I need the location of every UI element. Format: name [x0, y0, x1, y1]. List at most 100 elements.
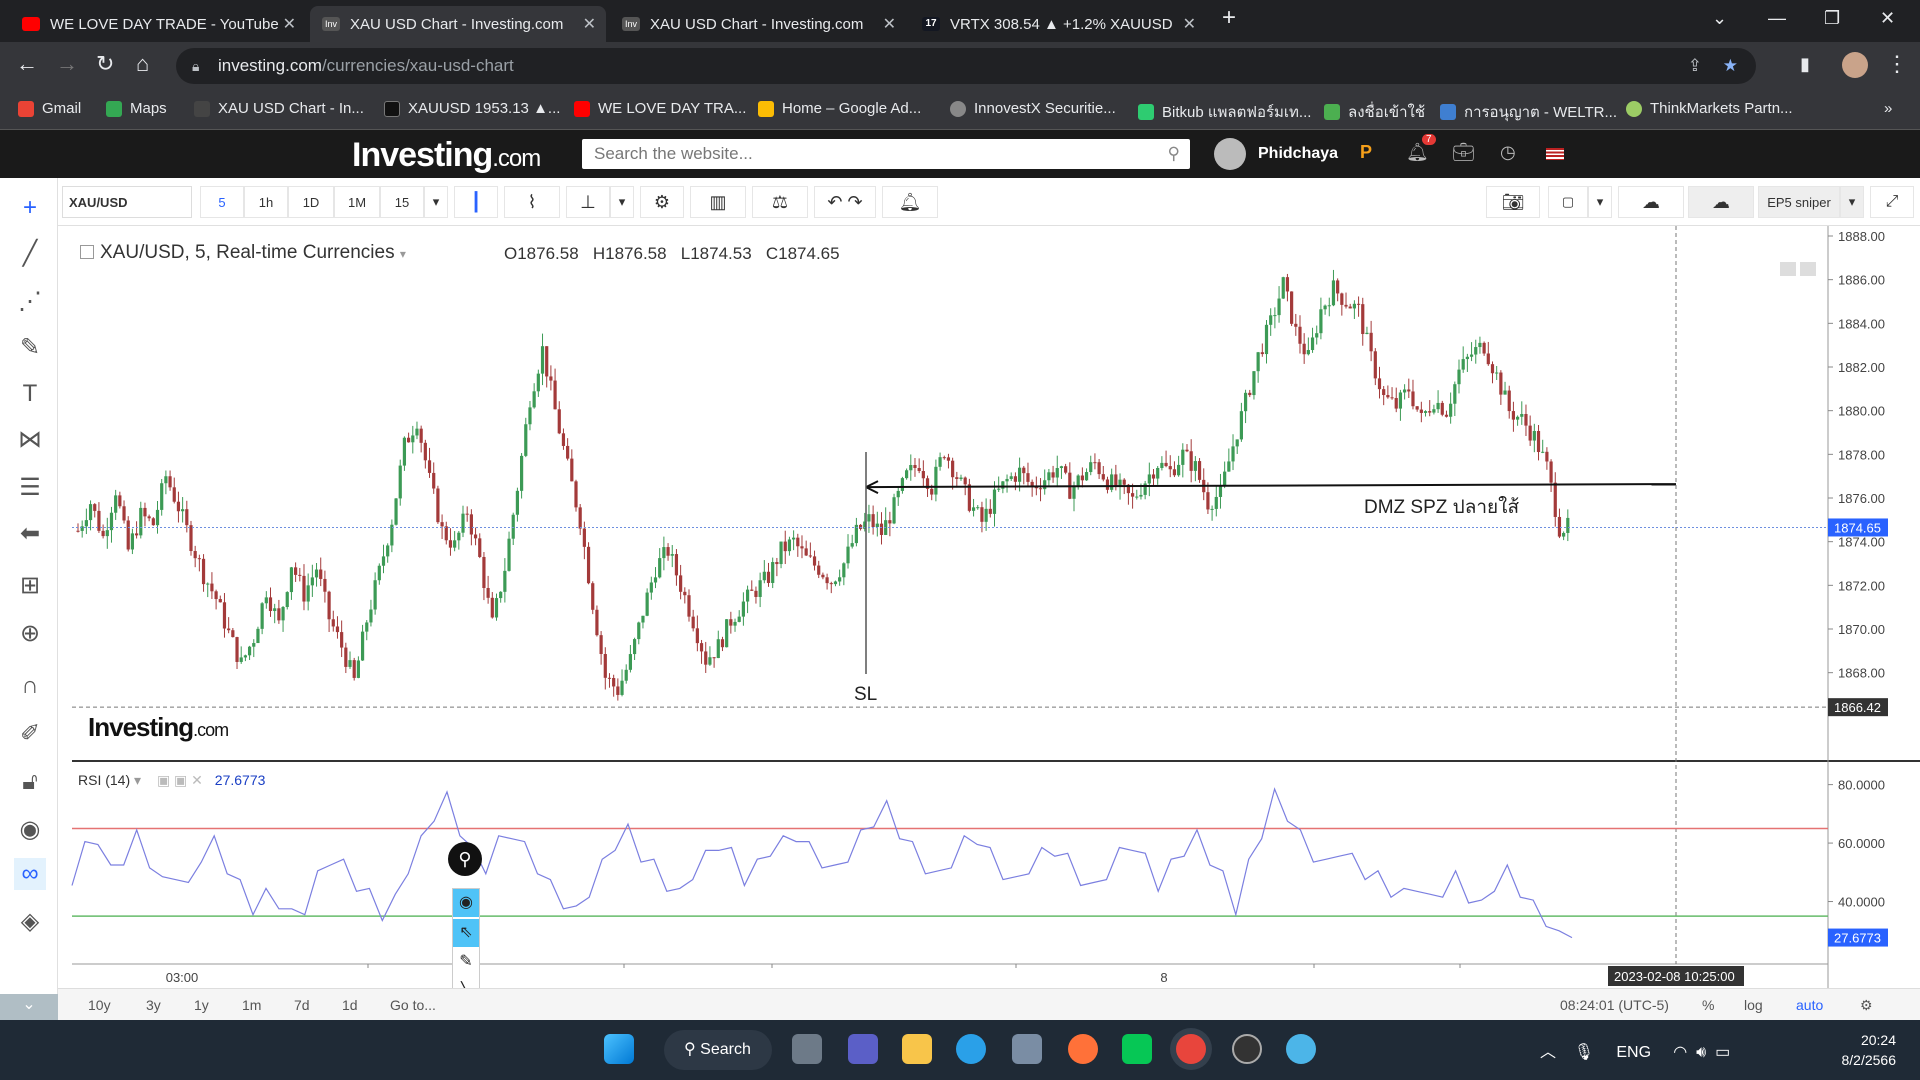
range-10y[interactable]: 10y: [88, 997, 111, 1013]
candle-body: [1356, 303, 1361, 305]
range-7d[interactable]: 7d: [294, 997, 310, 1013]
candle-body: [473, 534, 478, 539]
candle-body: [930, 488, 934, 495]
candle-body: [494, 598, 499, 618]
indicator-controls-icon[interactable]: ▣ ▣ ✕: [157, 772, 203, 788]
candle-body: [1562, 532, 1566, 537]
candle-body: [1486, 353, 1490, 365]
candle-body: [490, 597, 494, 618]
percent-toggle[interactable]: %: [1702, 997, 1714, 1013]
candle-body: [1030, 481, 1034, 486]
log-toggle[interactable]: log: [1744, 997, 1763, 1013]
candle-body: [499, 591, 503, 599]
candle-body: [1105, 479, 1110, 490]
close-value: C1874.65: [765, 244, 840, 263]
candle-body: [963, 477, 967, 485]
candle-body: [1423, 411, 1428, 413]
candle-body: [570, 458, 574, 482]
candle-body: [1164, 462, 1168, 467]
candle-body: [268, 597, 273, 612]
volume-icon[interactable]: 🔊︎: [1696, 1044, 1706, 1061]
candle-body: [959, 477, 963, 479]
candle-body: [653, 577, 658, 583]
candle-body: [486, 588, 490, 598]
battery-icon[interactable]: ▭: [1715, 1044, 1730, 1061]
candle-body: [1310, 337, 1315, 351]
app-icon[interactable]: [1286, 1034, 1316, 1064]
goto-date[interactable]: Go to...: [390, 997, 436, 1013]
candle-body: [331, 619, 335, 627]
collapse-icon[interactable]: [80, 245, 94, 259]
candle-body: [1177, 464, 1181, 476]
taskbar-clock[interactable]: 20:24 8/2/2566: [1842, 1030, 1897, 1070]
range-1m[interactable]: 1m: [242, 997, 261, 1013]
candle-body: [771, 562, 775, 583]
candle-body: [695, 628, 699, 644]
task-view-icon[interactable]: [792, 1034, 822, 1064]
wifi-icon[interactable]: ◠: [1673, 1044, 1687, 1061]
candle-body: [285, 592, 289, 608]
candle-body: [381, 556, 386, 566]
range-1y[interactable]: 1y: [194, 997, 209, 1013]
candle-body: [1089, 462, 1093, 473]
cursor-icon[interactable]: ⇖: [453, 919, 479, 947]
range-1d[interactable]: 1d: [342, 997, 358, 1013]
windows-start-icon[interactable]: [604, 1034, 634, 1064]
obs-icon[interactable]: [1232, 1034, 1262, 1064]
open-value: O1876.58: [504, 244, 579, 263]
candle-body: [708, 657, 712, 665]
language-indicator[interactable]: ENG: [1616, 1044, 1651, 1061]
store-icon[interactable]: [1012, 1034, 1042, 1064]
range-3y[interactable]: 3y: [146, 997, 161, 1013]
candle-body: [122, 506, 126, 521]
candle-body: [1172, 469, 1177, 476]
price-tick-label: 1882.00: [1838, 360, 1885, 375]
candle-body: [532, 391, 536, 408]
candle-body: [235, 637, 239, 662]
candle-body: [411, 435, 415, 443]
candle-body: [1511, 411, 1516, 420]
price-pane: [72, 226, 1828, 760]
candle-body: [1239, 411, 1243, 440]
auto-toggle[interactable]: auto: [1796, 997, 1823, 1013]
crosshair-time-label: 2023-02-08 10:25:00: [1614, 969, 1735, 984]
chevron-down-icon[interactable]: ▾: [400, 247, 406, 261]
taskbar-search[interactable]: ⚲ Search: [664, 1030, 772, 1070]
candle-body: [536, 373, 540, 392]
chevron-up-icon[interactable]: ︿: [1540, 1044, 1556, 1061]
candle-body: [561, 433, 566, 446]
line-icon[interactable]: [1122, 1034, 1152, 1064]
candle-body: [369, 609, 373, 623]
candle-body: [1101, 474, 1105, 480]
teams-icon[interactable]: [848, 1034, 878, 1064]
candle-body: [1336, 280, 1340, 294]
settings-gear-icon[interactable]: ⚙: [1860, 997, 1873, 1014]
candle-body: [1005, 478, 1009, 482]
candle-body: [193, 551, 197, 559]
candle-body: [666, 547, 670, 556]
candle-body: [1373, 351, 1377, 379]
candle-body: [461, 513, 465, 533]
candle-body: [896, 490, 900, 498]
edge-icon[interactable]: [956, 1034, 986, 1064]
candle-body: [1365, 332, 1369, 335]
price-chart[interactable]: 1874.65 1866.42 2023-02-08 10:25:00 80.000…: [0, 0, 1920, 1080]
candle-body: [206, 583, 210, 585]
eye-icon[interactable]: ◉: [453, 889, 479, 917]
candle-body: [871, 514, 875, 528]
zone-annotation-label[interactable]: DMZ SPZ ปลายใส้: [1364, 492, 1519, 522]
level-label: 1866.42: [1834, 700, 1881, 715]
candle-body: [1273, 315, 1277, 317]
sl-annotation-label[interactable]: SL: [854, 684, 877, 706]
price-tick-label: 1868.00: [1838, 666, 1885, 681]
chevron-down-icon[interactable]: ▾: [134, 772, 141, 788]
candle-body: [419, 428, 423, 443]
chrome-icon[interactable]: [1176, 1034, 1206, 1064]
pin-icon[interactable]: ⚲: [448, 842, 482, 876]
highlighter-icon[interactable]: ✎: [453, 947, 479, 977]
candle-body: [1515, 416, 1520, 420]
candle-body: [1189, 451, 1193, 471]
mic-icon[interactable]: 🎙︎: [1574, 1044, 1594, 1061]
file-explorer-icon[interactable]: [902, 1034, 932, 1064]
firefox-icon[interactable]: [1068, 1034, 1098, 1064]
